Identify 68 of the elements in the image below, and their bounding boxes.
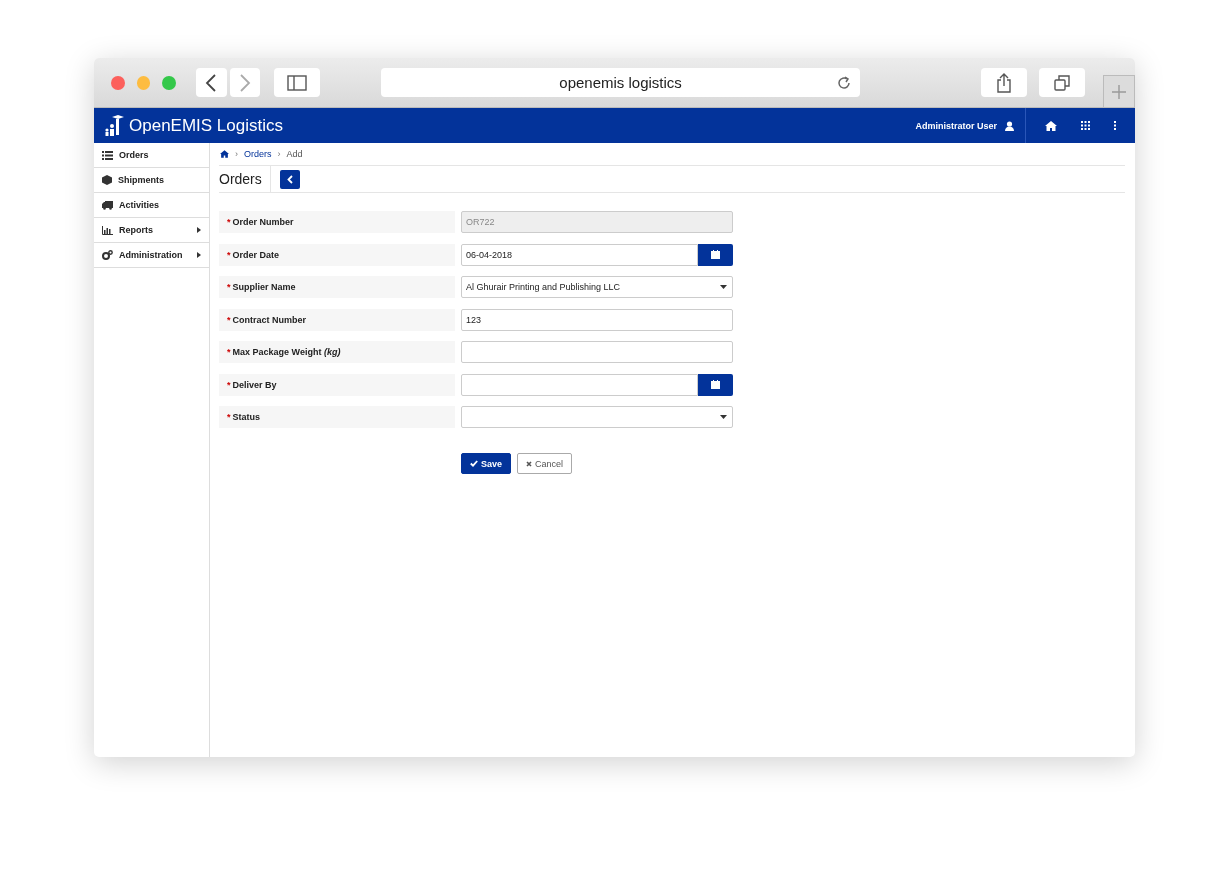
breadcrumb-link[interactable]: Orders <box>244 149 272 159</box>
apps-grid-icon[interactable] <box>1081 121 1090 130</box>
close-icon <box>526 460 533 467</box>
required-mark: * <box>227 379 231 390</box>
gears-icon <box>102 250 113 260</box>
sidebar-item[interactable]: Reports <box>94 218 209 243</box>
save-button[interactable]: Save <box>461 453 512 474</box>
back-button[interactable] <box>196 68 227 97</box>
cancel-button[interactable]: Cancel <box>517 453 573 474</box>
dropdown-field[interactable]: Al Ghurair Printing and Publishing LLC <box>461 276 733 298</box>
required-mark: * <box>227 314 231 325</box>
tabs-button[interactable] <box>1039 68 1086 97</box>
tabs-icon <box>1054 74 1071 91</box>
sidebar-item[interactable]: Activities <box>94 193 209 218</box>
field-label: Status <box>232 412 261 422</box>
field-label: Order Date <box>232 249 280 260</box>
field-label: Supplier Name <box>232 282 296 292</box>
sidebar-toggle-button[interactable] <box>273 68 320 97</box>
input-field[interactable]: 123 <box>461 308 733 331</box>
back-icon <box>205 73 218 92</box>
calendar-button[interactable] <box>698 243 733 266</box>
required-mark: * <box>227 347 231 357</box>
back-button[interactable] <box>279 169 300 189</box>
field-label: Deliver By <box>232 379 277 390</box>
share-button[interactable] <box>981 68 1028 97</box>
caret-icon <box>720 285 727 289</box>
date-field[interactable]: 06-04-2018 <box>461 243 698 266</box>
required-mark: * <box>227 217 231 227</box>
plus-icon <box>1111 83 1128 100</box>
required-mark: * <box>227 412 231 422</box>
truck-icon <box>102 200 113 210</box>
calendar-button[interactable] <box>698 373 733 396</box>
logo-icon <box>104 113 124 138</box>
breadcrumb-separator: › <box>235 149 238 159</box>
bar-chart-icon <box>102 225 113 235</box>
required-mark: * <box>227 282 231 292</box>
field-label: Max Package Weight (kg) <box>232 347 341 357</box>
home-icon[interactable] <box>1045 120 1057 131</box>
share-icon <box>996 72 1013 93</box>
close-button[interactable] <box>111 75 125 90</box>
input-field[interactable] <box>461 341 733 363</box>
calendar-icon <box>711 380 720 389</box>
breadcrumb-separator: › <box>277 149 281 159</box>
dropdown-field[interactable] <box>461 406 733 428</box>
home-icon[interactable] <box>220 150 229 158</box>
address-bar[interactable]: openemis logistics <box>380 68 861 97</box>
more-options-icon[interactable] <box>1114 121 1117 130</box>
sidebar-item[interactable]: Administration <box>94 243 209 268</box>
sidebar-item[interactable]: Shipments <box>94 168 209 193</box>
cube-icon <box>102 175 112 185</box>
required-mark: * <box>227 249 231 260</box>
list-icon <box>102 150 113 160</box>
sidebar-item[interactable]: Orders <box>94 143 209 168</box>
calendar-icon <box>711 250 720 259</box>
chevron-left-icon <box>286 174 293 184</box>
reload-icon[interactable] <box>836 74 853 91</box>
app-title: OpenEMIS Logistics <box>129 115 283 136</box>
checkmark-icon <box>470 460 478 467</box>
forward-icon <box>238 73 251 92</box>
user-icon[interactable] <box>1005 120 1014 131</box>
sidebar-icon <box>286 74 307 91</box>
user-name[interactable]: Administrator User <box>915 120 997 131</box>
date-field[interactable] <box>461 373 698 396</box>
page-title: Orders <box>219 166 271 192</box>
field-label: Order Number <box>232 217 294 227</box>
field-label: Contract Number <box>232 314 307 325</box>
caret-icon <box>720 415 727 419</box>
breadcrumb-current: Add <box>286 149 303 159</box>
